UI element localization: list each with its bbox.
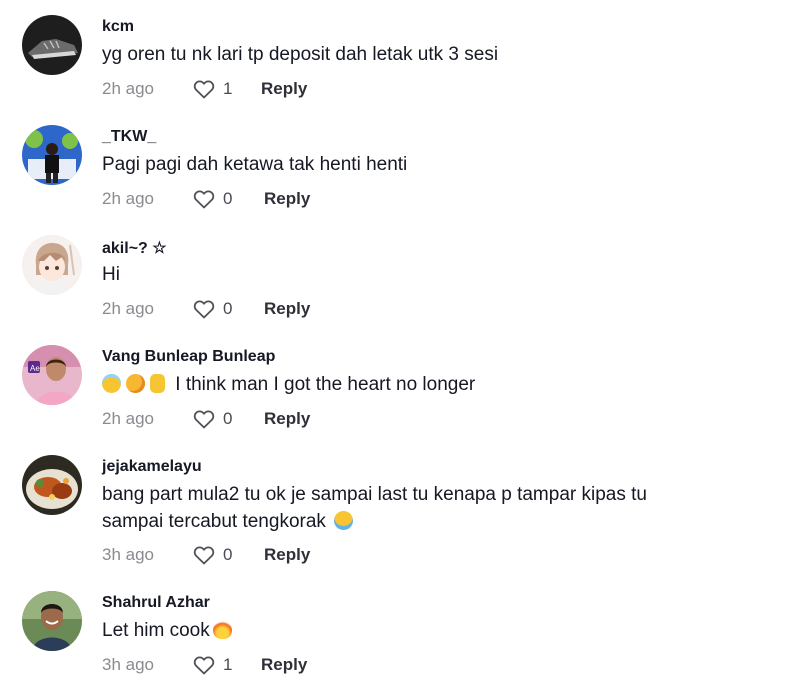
like-count: 0 (223, 545, 233, 564)
reply-button[interactable]: Reply (264, 189, 310, 209)
like-heart-icon[interactable] (192, 187, 216, 211)
reply-button[interactable]: Reply (264, 299, 310, 319)
username[interactable]: _TKW_ (102, 128, 156, 146)
username[interactable]: Vang Bunleap Bunleap (102, 348, 275, 366)
reply-button[interactable]: Reply (264, 409, 310, 429)
timestamp: 2h ago (102, 409, 154, 428)
avatar[interactable]: Ae (22, 345, 82, 405)
username[interactable]: jejakamelayu (102, 458, 202, 476)
comment-text: I think man I got the heart no longer (102, 371, 792, 398)
crying-face-emoji (334, 511, 354, 530)
comment-text: yg oren tu nk lari tp deposit dah letak … (102, 44, 499, 65)
like-count: 0 (223, 299, 233, 318)
like-heart-icon[interactable] (192, 297, 216, 321)
smiling-halo-emoji (102, 374, 121, 393)
avatar[interactable] (22, 15, 82, 75)
comment-text-line2: sampai tercabut tengkorak (102, 511, 326, 532)
timestamp: 3h ago (102, 655, 154, 674)
like-heart-icon[interactable] (192, 543, 216, 567)
like-heart-icon[interactable] (192, 653, 216, 677)
comment-text: bang part mula2 tu ok je sampai last tu … (102, 481, 792, 535)
comment-text-body: I think man I got the heart no longer (175, 374, 476, 395)
like-heart-icon[interactable] (192, 407, 216, 431)
like-count: 0 (223, 189, 233, 208)
avatar[interactable] (22, 125, 82, 185)
like-count: 0 (223, 409, 233, 428)
timestamp: 2h ago (102, 189, 154, 208)
avatar[interactable] (22, 235, 82, 295)
reply-button[interactable]: Reply (261, 655, 307, 675)
rolling-laughing-emoji (126, 374, 145, 393)
thumbs-up-emoji (150, 374, 165, 393)
like-count: 1 (223, 655, 233, 674)
comment-text: Pagi pagi dah ketawa tak henti henti (102, 154, 408, 175)
reply-button[interactable]: Reply (264, 545, 310, 565)
username[interactable]: Shahrul Azhar (102, 594, 210, 612)
username[interactable]: kcm (102, 18, 134, 36)
comment-text-body: Let him cook (102, 620, 210, 641)
avatar[interactable] (22, 591, 82, 651)
timestamp: 3h ago (102, 545, 154, 564)
username[interactable]: akil~? ☆ (102, 238, 167, 258)
comment-text: Let him cook (102, 617, 792, 644)
avatar[interactable] (22, 455, 82, 515)
svg-text:Ae: Ae (30, 364, 40, 373)
like-heart-icon[interactable] (192, 77, 216, 101)
comment-text-line1: bang part mula2 tu ok je sampai last tu … (102, 484, 647, 505)
timestamp: 2h ago (102, 299, 154, 318)
comment-text: Hi (102, 264, 120, 285)
timestamp: 2h ago (102, 79, 154, 98)
like-count: 1 (223, 79, 233, 98)
fire-emoji (212, 620, 232, 639)
reply-button[interactable]: Reply (261, 79, 307, 99)
